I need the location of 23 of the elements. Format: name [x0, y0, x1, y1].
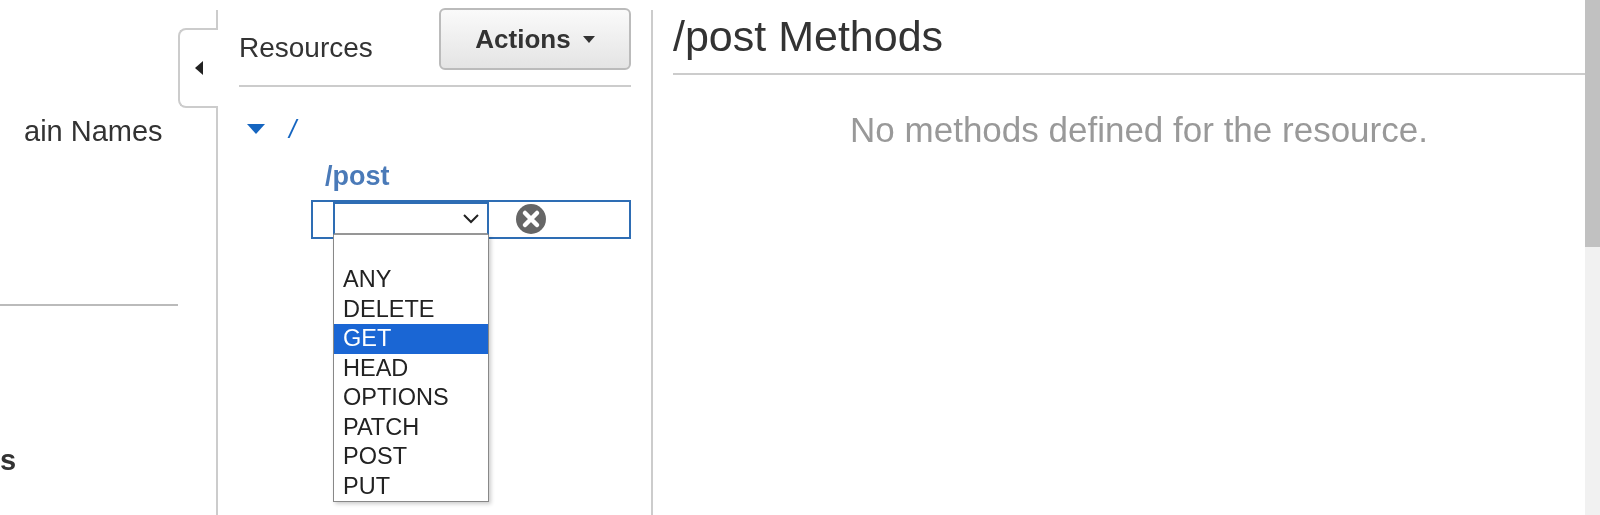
- dropdown-option[interactable]: OPTIONS: [334, 383, 488, 413]
- actions-button[interactable]: Actions: [439, 8, 631, 70]
- nav-item[interactable]: s: [0, 444, 17, 476]
- caret-icon: [582, 35, 595, 43]
- dropdown-option[interactable]: PATCH: [334, 412, 488, 442]
- scrollbar[interactable]: [1585, 0, 1600, 515]
- empty-message: No methods defined for the resource.: [849, 110, 1429, 150]
- tree-item[interactable]: /: [289, 113, 297, 145]
- nav-item[interactable]: ain Names: [24, 115, 163, 147]
- dropdown-option[interactable]: HEAD: [334, 353, 488, 383]
- dropdown-option[interactable]: PUT: [334, 471, 488, 501]
- method-select[interactable]: [333, 202, 489, 235]
- expand-icon[interactable]: [247, 124, 265, 134]
- tree-item[interactable]: /post: [325, 161, 390, 191]
- page-title: /post Methods: [673, 12, 1585, 75]
- chevron-icon: [463, 213, 479, 224]
- cancel-icon[interactable]: [515, 203, 547, 235]
- collapse-icon: [195, 61, 203, 75]
- dropdown-option[interactable]: ANY: [334, 265, 488, 295]
- panel-title: Resources: [239, 32, 373, 64]
- dropdown-option[interactable]: POST: [334, 442, 488, 472]
- dropdown-option[interactable]: GET: [334, 324, 488, 354]
- dropdown-option[interactable]: DELETE: [334, 294, 488, 324]
